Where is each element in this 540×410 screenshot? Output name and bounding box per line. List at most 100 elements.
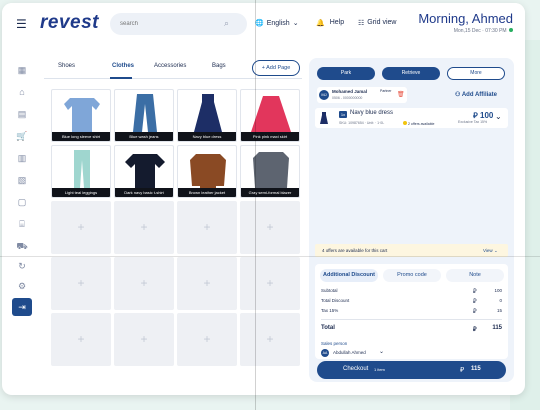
tax-value: 15 [496,308,502,313]
tab-accessories[interactable]: Accessories [154,63,186,69]
retrieve-button[interactable]: Retrieve [382,67,440,80]
park-button[interactable]: Park [317,67,375,80]
product-label: Dark navy basic t-shirt [115,188,173,197]
empty-slot[interactable]: + [177,313,237,366]
store-icon[interactable]: ⌸ [14,217,30,231]
tax-label: Tax 15% [321,308,339,313]
plus-icon: + [266,276,274,290]
language-label: English [266,19,290,27]
add-affiliate-button[interactable]: ⚇ Add Affiliate [455,91,497,98]
product-image [74,150,90,188]
app-logo: revest [40,12,99,33]
empty-slot[interactable]: + [51,257,111,310]
product-tile[interactable]: Blue long sleeve shirt [51,89,111,142]
promo-code-button[interactable]: Promo code [383,269,441,282]
product-tile[interactable]: Navy blue dress [177,89,237,142]
empty-slot[interactable]: + [114,313,174,366]
online-status-dot [509,28,513,32]
empty-slot[interactable]: + [51,313,111,366]
empty-slot[interactable]: + [177,201,237,254]
offers-text: 4 offers are available for this cart [322,248,388,253]
guide-line-horizontal [0,256,540,257]
greeting-block: Morning, Ahmed Mon,15 Dec · 07:30 PM [418,11,513,34]
plus-icon: + [77,332,85,346]
tab-bags[interactable]: Bags [212,63,226,69]
empty-slot[interactable]: + [240,201,300,254]
riyal-icon: ⃁ [460,367,465,374]
summary-row-total: Total ⃁ 115 [321,325,502,333]
item-name: Navy blue dress [350,110,394,116]
settings-icon[interactable]: ⚙ [14,279,30,293]
chevron-down-icon: ⌄ [292,20,299,27]
subtotal-label: Subtotal [321,288,338,293]
product-image [133,94,157,132]
product-tile[interactable]: Brown leather jacket [177,145,237,198]
checkout-button[interactable]: Checkout 1 item ⃁ 115 [317,361,506,379]
grid-icon[interactable]: ▦ [14,63,30,77]
tab-shoes[interactable]: Shoes [58,63,75,69]
cart-icon[interactable]: 🛒 [14,129,30,143]
empty-slot[interactable]: + [177,257,237,310]
customer-avatar: MJ [319,90,329,100]
building-icon[interactable]: ▥ [14,151,30,165]
customer-card[interactable]: MJ Mohamed Jamal 0506 - 0000000000 Partn… [317,87,407,103]
product-tile[interactable]: Gray semi-formal blazer [240,145,300,198]
item-offers-text: 2 offers available [408,122,435,126]
product-image [194,94,222,132]
tab-clothes[interactable]: Clothes [112,63,134,69]
bell-icon: 🔔 [316,20,325,27]
summary-row-subtotal: Subtotal ⃁ 100 [321,288,502,295]
additional-discount-button[interactable]: Additional Discount [320,269,378,282]
riyal-icon: ⃁ [473,309,477,315]
chevron-down-icon[interactable]: ⌄ [495,112,502,121]
search-icon[interactable]: ⌕ [224,18,229,29]
product-image [251,96,291,132]
empty-slot[interactable]: + [114,201,174,254]
cart-line-item[interactable]: 1x Navy blue dress SKU: 10987654 · Unit:… [315,108,508,128]
chevron-down-icon[interactable]: ⌄ [379,348,384,355]
app-window: ☰ revest ⌕ 🌐 English ⌄ 🔔 Help ☷ Grid vie… [2,3,525,395]
sales-person-name: Abdullah Ahmed [333,350,366,355]
top-bar: ☰ revest ⌕ 🌐 English ⌄ 🔔 Help ☷ Grid vie… [2,3,525,45]
empty-slot[interactable]: + [51,201,111,254]
category-tabs: Shoes Clothes Accessories Bags + Add Pag… [44,53,302,79]
delete-customer-icon[interactable]: 🗑 [397,91,405,98]
discount-value: 0 [499,298,502,303]
help-label: Help [329,19,345,26]
truck-icon[interactable]: ⛟ [14,239,30,253]
customer-name: Mohamed Jamal [332,89,368,94]
language-selector[interactable]: 🌐 English ⌄ [255,19,299,28]
catalog-panel: Shoes Clothes Accessories Bags + Add Pag… [44,53,302,389]
datetime-text: Mon,15 Dec · 07:30 PM [453,28,507,34]
hamburger-menu-icon[interactable]: ☰ [16,17,27,31]
document-icon[interactable]: ▢ [14,195,30,209]
offers-view-link[interactable]: View ⌄ [483,248,498,254]
home-icon[interactable]: ⌂ [14,85,30,99]
product-tile[interactable]: Blue wash jeans [114,89,174,142]
riyal-icon: ⃁ [473,289,477,295]
item-meta: SKU: 10987654 · Unit: · 1·0L [339,121,385,125]
summary-row-discount: Total Discount ⃁ 0 [321,298,502,305]
product-image [64,98,100,132]
empty-slot[interactable]: + [240,257,300,310]
checkout-label: Checkout [343,366,369,372]
product-tile[interactable]: Light teal leggings [51,145,111,198]
logout-icon[interactable]: ⇥ [12,298,32,316]
order-panel: Park Retrieve More MJ Mohamed Jamal 0506… [309,58,514,382]
checkout-items: 1 item [374,367,385,372]
total-value: 115 [492,325,502,331]
more-button[interactable]: More [447,67,505,80]
help-button[interactable]: 🔔 Help [316,19,344,27]
cycle-icon[interactable]: ↻ [14,259,30,273]
note-button[interactable]: Note [446,269,504,282]
grid-view-toggle[interactable]: ☷ Grid view [358,19,396,27]
product-tile[interactable]: Pink pink maxi skirt [240,89,300,142]
product-tile[interactable]: Dark navy basic t-shirt [114,145,174,198]
guide-line-vertical [255,0,256,410]
item-price-value: 100 [480,111,494,120]
calculator-icon[interactable]: ▤ [14,107,30,121]
empty-slot[interactable]: + [240,313,300,366]
receipt-icon[interactable]: ▧ [14,173,30,187]
add-page-button[interactable]: + Add Page [252,60,300,76]
empty-slot[interactable]: + [114,257,174,310]
